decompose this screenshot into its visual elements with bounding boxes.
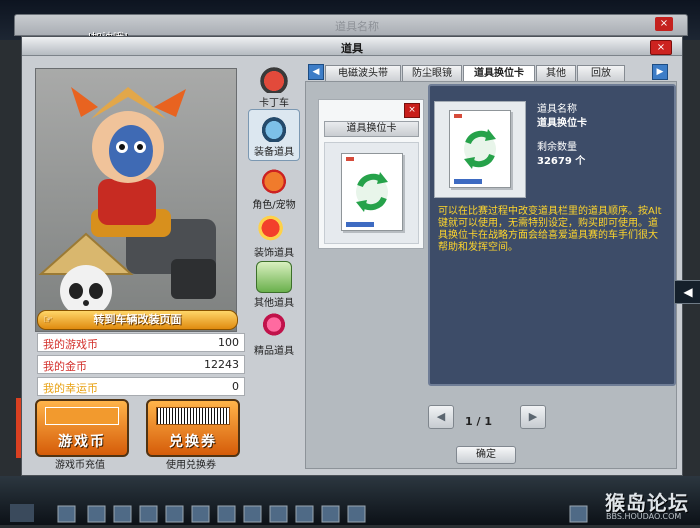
recycle-arrows-icon [356,172,388,212]
tab-headband[interactable]: 电磁波头带 [325,65,401,82]
goggles-icon [257,112,291,142]
item-detail-panel: 道具名称 道具换位卡 剩余数量 32679 个 可以在比赛过程中改变道具栏里的道… [428,84,676,386]
game-coin-button-label: 游戏币 [58,434,106,450]
tab-goggles[interactable]: 防尘眼镜 [402,65,462,82]
dialog-close-button[interactable]: × [650,40,672,55]
coin-arrow-icon [45,407,119,425]
item-quantity-value: 32679 个 [537,156,586,167]
category-label: 装饰道具 [254,248,294,259]
stat-label: 我的幸运币 [43,382,98,395]
category-premium[interactable]: 精品道具 [248,311,300,357]
page-next-button[interactable]: ▶ [520,405,546,429]
tab-swap-card[interactable]: 道具换位卡 [463,65,535,82]
background-window-title: 道具名称 [335,20,379,33]
stat-value: 12243 [204,358,239,371]
dialog-title: 道具 [341,42,363,55]
pointing-hand-icon: ☞ [43,313,53,326]
redeem-voucher-button[interactable]: 兑换券 [146,399,240,457]
ok-button[interactable]: 确定 [456,446,516,464]
item-name-label: 道具名称 [537,104,577,115]
taskbar [0,476,700,525]
category-active-frame: 装备道具 [248,109,300,161]
items-dialog: 道具 × ☞ 转到车辆改装页面 我的游戏币 100 我的金币 12243 我的幸… [21,36,683,476]
item-content-area: × 道具换位卡 道具名称 道具换位卡 剩余数量 32679 个 可以在比赛过程中… [305,81,677,469]
category-other[interactable]: 其他道具 [248,261,300,309]
stat-value: 0 [232,380,239,393]
character-preview [35,68,237,332]
item-delete-button[interactable]: × [404,103,420,118]
item-image [324,142,419,244]
watermark-url: BBS.HOUDAO.COM [606,512,682,521]
kart-icon [257,63,291,93]
recycle-arrows-icon [464,129,496,169]
go-to-garage-button[interactable]: ☞ 转到车辆改装页面 [37,310,238,330]
character-illustration [38,87,216,317]
go-to-garage-label: 转到车辆改装页面 [93,313,182,326]
game-coin-caption: 游戏币充值 [55,460,105,471]
page-indicator: 1 / 1 [465,415,492,428]
swap-card-icon [449,110,511,188]
category-label: 其他道具 [254,298,294,309]
background-close-icon[interactable]: × [655,17,673,31]
stat-label: 我的金币 [43,360,87,373]
page-prev-button[interactable]: ◀ [428,405,454,429]
stat-game-coins: 我的游戏币 100 [37,333,245,352]
redeem-voucher-caption: 使用兑换券 [166,460,216,471]
dialog-titlebar: 道具 × [22,37,682,56]
category-equipment[interactable]: 装备道具 [248,109,300,161]
pet-icon [257,165,291,195]
decoration-icon [257,213,291,243]
game-coin-recharge-button[interactable]: 游戏币 [35,399,129,457]
category-kart[interactable]: 卡丁车 [248,63,300,109]
redeem-voucher-label: 兑换券 [169,434,217,450]
item-detail-thumbnail [434,101,526,198]
stat-gold-coins: 我的金币 12243 [37,355,245,374]
category-decoration[interactable]: 装饰道具 [248,213,300,259]
item-quantity-label: 剩余数量 [537,142,577,153]
category-label: 装备道具 [254,147,294,158]
side-drawer-toggle-icon[interactable]: ◀ [674,280,700,304]
tab-other[interactable]: 其他 [536,65,576,82]
category-label: 角色/宠物 [252,200,296,211]
taskbar-icons [10,504,588,523]
barcode-icon [156,407,230,425]
stat-lucky-coins: 我的幸运币 0 [37,377,245,396]
category-label: 卡丁车 [259,98,289,109]
swap-card-icon [341,153,403,231]
stat-label: 我的游戏币 [43,338,98,351]
item-description: 可以在比赛过程中改变道具栏里的道具顺序。按Alt键就可以使用，无需特别设定，购买… [438,206,662,253]
item-name-value: 道具换位卡 [537,118,587,129]
tab-scroll-right-button[interactable]: ▶ [652,64,668,80]
category-label: 精品道具 [254,346,294,357]
tab-replay[interactable]: 回放 [577,65,625,82]
category-pet[interactable]: 角色/宠物 [248,165,300,211]
item-card[interactable]: × 道具换位卡 [318,99,424,249]
item-card-title: 道具换位卡 [324,121,419,137]
gem-icon [257,311,291,341]
tab-scroll-left-button[interactable]: ◀ [308,64,324,80]
stat-value: 100 [218,336,239,349]
gift-box-icon [256,261,292,293]
